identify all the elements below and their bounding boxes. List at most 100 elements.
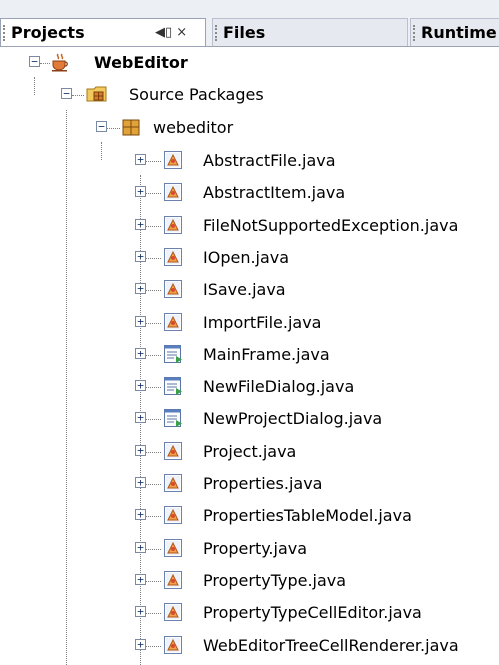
collapse-toggle[interactable]: − — [29, 56, 40, 67]
java-class-icon — [163, 602, 183, 622]
tab-runtime[interactable]: Runtime — [410, 18, 499, 46]
tab-grip — [413, 25, 418, 41]
file-label: PropertyType.java — [203, 570, 347, 590]
java-class-icon — [163, 279, 183, 299]
java-class-icon — [163, 570, 183, 590]
tab-grip — [3, 25, 8, 41]
file-label: Property.java — [203, 538, 308, 558]
java-class-icon — [163, 441, 183, 461]
tab-runtime-label: Runtime — [421, 23, 497, 42]
expand-toggle[interactable]: + — [135, 412, 146, 424]
java-class-icon — [163, 473, 183, 493]
tree-node-file[interactable]: + NewFileDialog.java — [0, 371, 499, 403]
tree-node-file[interactable]: + AbstractFile.java — [0, 145, 499, 177]
file-label: ImportFile.java — [203, 312, 322, 332]
tree-node-file[interactable]: + ISave.java — [0, 274, 499, 306]
tree-connector — [146, 613, 161, 615]
expand-toggle[interactable]: + — [135, 347, 146, 359]
tree-node-file[interactable]: + PropertyType.java — [0, 565, 499, 597]
form-icon — [163, 408, 183, 428]
expand-toggle[interactable]: + — [135, 218, 146, 230]
tree-connector — [146, 354, 161, 356]
java-class-icon — [163, 312, 183, 332]
tree-node-file[interactable]: + PropertiesTableModel.java — [0, 500, 499, 532]
tree-connector — [146, 516, 161, 518]
coffee-cup-project-icon — [50, 52, 70, 72]
file-label: PropertyTypeCellEditor.java — [203, 603, 422, 623]
collapse-toggle[interactable]: − — [96, 121, 107, 132]
source-packages-icon — [86, 84, 107, 104]
tree-connector — [146, 451, 161, 453]
expand-toggle[interactable]: + — [135, 477, 146, 488]
tree-node-file[interactable]: + Property.java — [0, 533, 499, 565]
expand-toggle[interactable]: + — [135, 638, 146, 650]
expand-toggle[interactable]: + — [135, 250, 146, 262]
tree-node-package[interactable]: − webeditor — [0, 112, 499, 144]
tree-connector — [146, 548, 161, 550]
tree-node-file[interactable]: + MainFrame.java — [0, 339, 499, 371]
tree-connector — [146, 580, 161, 582]
tree-node-file[interactable]: + AbstractItem.java — [0, 177, 499, 209]
tab-grip — [215, 25, 220, 41]
tree-node-file[interactable]: + FileNotSupportedException.java — [0, 210, 499, 242]
tab-projects[interactable]: Projects ◀▯ × — [0, 18, 206, 46]
explorer-tab-bar: Projects ◀▯ × Files Runtime — [0, 0, 499, 47]
java-class-icon — [163, 538, 183, 558]
form-icon — [163, 344, 183, 364]
tree-connector — [146, 257, 161, 259]
java-class-icon — [163, 182, 183, 202]
tree-node-file[interactable]: + ImportFile.java — [0, 307, 499, 339]
java-class-icon — [163, 150, 183, 170]
tree-connector — [40, 63, 50, 64]
tab-files-label: Files — [223, 23, 266, 42]
tab-files[interactable]: Files — [212, 18, 408, 46]
java-class-icon — [163, 247, 183, 267]
tree-connector — [146, 322, 161, 324]
tree-node-file[interactable]: + Properties.java — [0, 468, 499, 500]
expand-toggle[interactable]: + — [135, 315, 146, 327]
tab-controls[interactable]: ◀▯ × — [155, 19, 187, 46]
tree-node-file[interactable]: + PropertyTypeCellEditor.java — [0, 597, 499, 629]
java-class-icon — [163, 215, 183, 235]
tree-node-file[interactable]: + WebEditorTreeCellRenderer.java — [0, 630, 499, 662]
tree-connector — [146, 387, 161, 389]
tree-node-file[interactable]: + Project.java — [0, 436, 499, 468]
java-class-icon — [163, 635, 183, 655]
tree-connector — [107, 128, 120, 129]
tree-node-file[interactable]: + IOpen.java — [0, 242, 499, 274]
expand-toggle[interactable]: + — [135, 573, 146, 585]
file-label: ISave.java — [203, 280, 286, 300]
expand-toggle[interactable]: + — [135, 509, 146, 521]
expand-toggle[interactable]: + — [135, 186, 146, 198]
file-label: NewProjectDialog.java — [203, 409, 383, 429]
tree-connector — [146, 645, 161, 647]
file-label: FileNotSupportedException.java — [203, 215, 459, 235]
form-icon — [163, 376, 183, 396]
file-label: WebEditorTreeCellRenderer.java — [203, 635, 459, 655]
package-label: webeditor — [153, 118, 234, 137]
file-label: AbstractItem.java — [203, 183, 346, 203]
collapse-toggle[interactable]: − — [61, 88, 72, 99]
expand-toggle[interactable]: + — [135, 154, 146, 165]
tab-projects-label: Projects — [11, 23, 85, 42]
tree-node-source-packages[interactable]: − Source Packages — [0, 79, 499, 111]
tree-connector — [146, 225, 161, 227]
tree-node-project[interactable]: − WebEditor — [0, 47, 499, 79]
project-tree[interactable]: − WebEditor − Source Packages − webedito… — [0, 47, 499, 665]
tree-connector — [146, 161, 161, 162]
package-icon — [121, 117, 141, 137]
tree-connector — [72, 95, 84, 96]
file-label: NewFileDialog.java — [203, 377, 355, 397]
expand-toggle[interactable]: + — [135, 444, 146, 456]
tree-connector — [146, 484, 161, 485]
file-label: PropertiesTableModel.java — [203, 506, 412, 526]
file-label: AbstractFile.java — [203, 151, 336, 170]
file-label: Project.java — [203, 441, 297, 461]
expand-toggle[interactable]: + — [135, 283, 146, 295]
tree-node-file[interactable]: + NewProjectDialog.java — [0, 403, 499, 435]
expand-toggle[interactable]: + — [135, 606, 146, 618]
expand-toggle[interactable]: + — [135, 541, 146, 553]
expand-toggle[interactable]: + — [135, 380, 146, 392]
file-label: Properties.java — [203, 474, 323, 493]
tree-connector — [146, 193, 161, 195]
